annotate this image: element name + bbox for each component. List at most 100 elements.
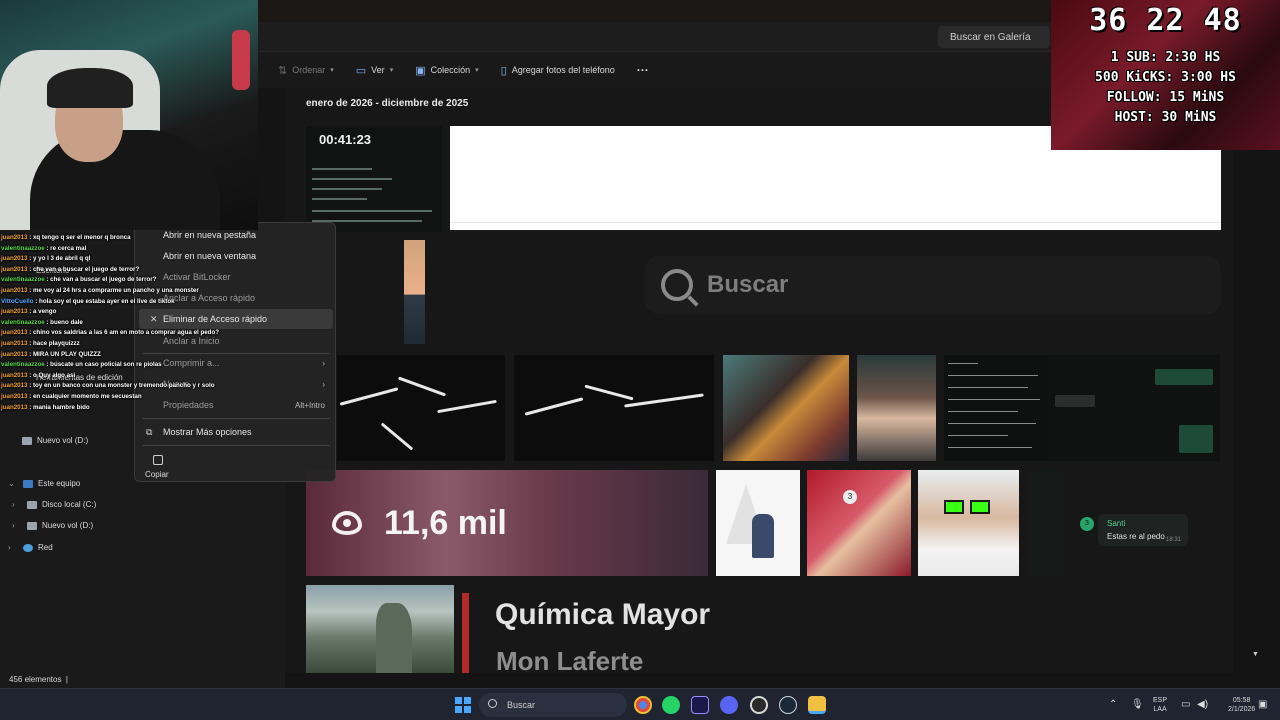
gallery-thumbnail[interactable] [857,355,936,461]
chat-text: : toy en un banco con una monster y trem… [27,382,215,390]
chat-message: juan2013 : chino vos saldrias a las 6 am… [1,329,219,336]
microphone-icon[interactable]: 🎙 [1131,699,1144,710]
chat-message: valentinaazzoe : búscate un caso policia… [1,361,162,368]
menu-item-label: Anclar a Acceso rápido [163,293,256,303]
chevron-down-icon[interactable]: ⌄ [8,479,18,488]
chat-message-time: 18:31 [1166,537,1182,543]
language-bottom: LAA [1153,706,1167,713]
menu-item-compress[interactable]: Comprimir a... › [135,353,335,373]
chat-message: juan2013 : a vengo [1,308,56,315]
windows-start-icon[interactable] [455,697,471,713]
gallery-thumbnail[interactable] [944,355,1047,461]
nav-item-label: Nuevo vol (D:) [42,521,94,530]
gallery-search-input[interactable]: Buscar en Galería [938,26,1050,48]
menu-item-label: Eliminar de Acceso rápido [163,314,268,324]
file-explorer-icon[interactable] [808,696,826,714]
menu-item-label: Anclar a Inicio [163,336,220,346]
gallery-thumbnail[interactable] [1047,355,1220,461]
menu-item-remove-quick-access[interactable]: ✕ Eliminar de Acceso rápido [139,309,333,329]
nav-item-nuevo-vol-quick[interactable]: Nuevo vol (D:) [22,436,88,445]
chat-username: juan2013 [1,265,28,273]
gallery-thumbnail[interactable] [918,470,1019,576]
language-indicator[interactable]: ESP LAA [1153,696,1167,714]
chrome-icon[interactable] [634,696,652,714]
chat-text: : búscate un caso policial son re piolas [44,361,162,369]
chat-username: juan2013 [1,340,28,347]
copy-button-label[interactable]: Copiar [145,470,169,479]
menu-item-show-more-options[interactable]: ⧉ Mostrar Más opciones [135,422,335,442]
gallery-thumbnail[interactable] [306,585,454,673]
close-icon: ✕ [150,313,158,324]
steam-icon[interactable] [779,696,797,714]
subathon-rule: FOLLOW: 15 MiNS [1106,90,1225,105]
chat-message: juan2013 : xq tengo q ser el menor q bro… [1,234,131,241]
chat-bubble [1055,395,1095,407]
context-menu: Abrir en nueva pestaña Abrir en nueva ve… [134,222,336,482]
chat-text: : mania hambre bido [27,403,90,411]
taskbar-search[interactable]: Buscar [479,693,627,717]
notification-icon[interactable]: ▣ [1258,699,1267,710]
subathon-rule: 1 SUB: 2:30 HS [1110,50,1221,65]
gallery-thumbnail[interactable]: Buscar [645,256,1221,314]
gallery-thumbnail[interactable]: 3 [807,470,911,576]
whatsapp-icon[interactable] [662,696,680,714]
chat-username: juan2013 [1,350,28,358]
nav-item-disco-local[interactable]: › Disco local (C:) [12,500,96,509]
phone-icon: ▯ [500,64,507,77]
obs-icon[interactable] [750,696,768,714]
chat-username: valentinaazzoe [1,276,45,284]
gallery-thumbnail[interactable] [723,355,849,461]
chevron-right-icon[interactable]: › [8,543,18,552]
more-options-button[interactable]: ··· [637,63,649,77]
hand-shape [584,384,634,401]
gallery-thumbnail[interactable]: 00:41:23 [306,126,442,232]
clock[interactable]: 05:58 2/1/2026 [1228,696,1255,714]
gallery-thumbnail[interactable] [514,355,714,461]
hand-shape [380,422,414,451]
chat-username: juan2013 [1,329,28,337]
thumbnail-rule [450,222,1221,223]
hand-shape [339,387,399,406]
chat-text: : bueno dale [44,318,83,326]
chevron-down-icon: ▾ [475,67,479,74]
gallery-thumbnail[interactable] [716,470,800,576]
scroll-down-icon[interactable]: ▼ [1252,651,1259,658]
chevron-down-icon: ▾ [389,67,394,74]
gallery-thumbnail[interactable]: 11,6 mil [306,470,708,576]
volume-icon[interactable]: ◀) [1197,699,1208,710]
network-icon[interactable]: ▭ [1181,699,1190,710]
nav-item-nuevo-vol[interactable]: › Nuevo vol (D:) [12,521,93,530]
expand-icon: ⧉ [146,426,153,437]
gallery-thumbnail[interactable] [1027,470,1065,576]
gallery-thumbnail[interactable] [404,240,425,344]
menu-item-bitlocker[interactable]: Activar BitLocker [135,267,335,287]
gallery-thumbnail[interactable] [462,593,469,673]
chevron-up-icon[interactable]: ⌃ [1109,699,1117,710]
address-bar[interactable] [258,22,1051,52]
premiere-icon[interactable] [691,696,709,714]
collection-button[interactable]: ▣ Colección ▾ [415,64,478,77]
chevron-right-icon[interactable]: › [12,521,22,530]
thumbnail-timer-text: 00:41:23 [319,132,372,147]
guitar-shape [232,30,250,90]
menu-item-open-new-window[interactable]: Abrir en nueva ventana [135,246,335,266]
gallery-thumbnail[interactable] [337,355,505,461]
view-button[interactable]: ▭ Ver ▾ [356,64,393,77]
add-phone-photos-button[interactable]: ▯ Agregar fotos del teléfono [501,64,615,77]
menu-item-properties[interactable]: Propiedades Alt+Intro [135,395,335,415]
thumbnail-search-text: Buscar [707,271,789,298]
chat-text: : a vengo [27,308,57,316]
sort-button[interactable]: ⇅ Ordenar ▾ [278,64,334,77]
discord-icon[interactable] [720,696,738,714]
chat-message: VittoCuello : hola soy el que estaba aye… [1,298,175,305]
nav-item-este-equipo[interactable]: ⌄ Este equipo [8,479,80,488]
chat-message: juan2013 : y yo l 3 de abril q ql [1,255,90,262]
thumbnail-text-line [948,423,1036,424]
nav-item-red[interactable]: › Red [8,543,53,552]
taskbar: Buscar ⌃ 🎙 ESP LAA ▭ ◀) 05:58 2/1/2026 ▣ [0,688,1280,720]
copy-icon[interactable] [153,455,163,465]
add-phone-photos-label: Agregar fotos del teléfono [511,65,615,75]
thumbnail-text-line [948,375,1038,376]
chat-username: valentinaazzoe [1,244,45,252]
chevron-right-icon[interactable]: › [12,500,22,509]
